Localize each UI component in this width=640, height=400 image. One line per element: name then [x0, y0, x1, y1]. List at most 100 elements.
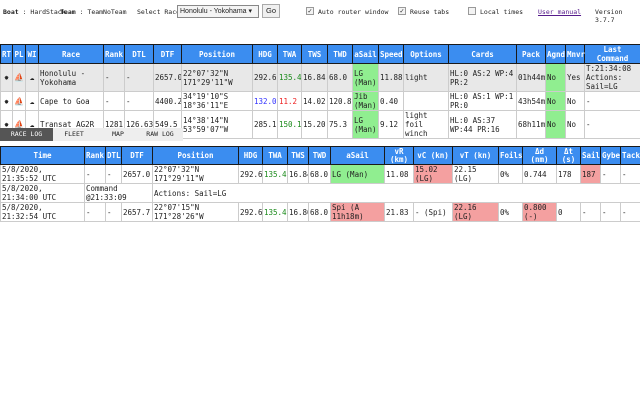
tack: - — [620, 202, 640, 222]
column-header[interactable]: Rank — [84, 146, 106, 165]
dtl: - — [105, 164, 122, 184]
column-header[interactable]: DTF — [153, 44, 182, 64]
column-header[interactable]: Mnvr — [565, 44, 585, 64]
mnvr: No — [565, 110, 585, 139]
dtl: - — [124, 63, 154, 92]
column-header[interactable]: TWD — [327, 44, 353, 64]
column-header[interactable]: Position — [152, 146, 239, 165]
router-icon[interactable]: ✸ — [0, 91, 13, 111]
column-header[interactable]: aSail — [352, 44, 379, 64]
speed: 9.12 — [378, 110, 404, 139]
pack: 43h54m — [516, 91, 546, 111]
vr: 21.83 — [384, 202, 414, 222]
tws: 16.86 — [287, 202, 309, 222]
column-header[interactable]: Tack — [620, 146, 640, 165]
race-row[interactable]: ✸ ⛵ ☁ Cape to Goa - -4400.2 34°19'10"S 18°36'11… — [0, 91, 640, 111]
foils: 0% — [498, 164, 523, 184]
user-manual-link[interactable]: User manual — [538, 8, 581, 16]
column-header[interactable]: Pack — [516, 44, 546, 64]
column-header[interactable]: HDG — [238, 146, 263, 165]
column-header[interactable]: Sail — [580, 146, 601, 165]
agnd: No — [545, 110, 566, 139]
column-header[interactable]: Time — [0, 146, 85, 165]
vc: - (Spi) — [413, 202, 453, 222]
column-header[interactable]: Cards — [448, 44, 517, 64]
position-line: 22°07'32"N — [183, 68, 229, 78]
vt: 22.16 (LG) — [452, 202, 499, 222]
column-header[interactable]: Gybe — [600, 146, 621, 165]
cards: HL:0 AS:1 WP:1 PR:0 — [448, 91, 517, 111]
command-label: Command @21:33:09 — [84, 183, 153, 203]
position-line: 14°38'14"N — [183, 115, 229, 125]
column-header[interactable]: Race — [38, 44, 104, 64]
race-select[interactable]: Honolulu - Yokohama ▾ — [177, 5, 259, 18]
column-header[interactable]: TWS — [287, 146, 309, 165]
dtl: - — [124, 91, 154, 111]
column-header[interactable]: Options — [403, 44, 449, 64]
twd: 120.8 — [327, 91, 353, 111]
team-name: TeamNoTeam — [87, 8, 127, 16]
cards: HL:0 AS:37 WP:44 PR:16 — [448, 110, 517, 139]
log-row: 5/8/2020, 21:35:52 UTC - -2657.0 22°07'32"N… — [0, 164, 640, 184]
tab-raw-log[interactable]: RAW LOG — [140, 128, 180, 141]
dtf: 4400.2 — [153, 91, 182, 111]
column-header[interactable]: Δt (s) — [556, 146, 581, 165]
column-header[interactable]: HDG — [252, 44, 278, 64]
last-command: - — [584, 91, 640, 111]
twa: 11.2 — [277, 91, 302, 111]
position: 22°07'32"N 171°29'11"W — [152, 164, 239, 184]
twa: 150.1 — [277, 110, 302, 139]
auto-router-checkbox[interactable]: ✓ — [306, 7, 314, 15]
asail: Spi (A 11h18m) — [330, 202, 385, 222]
column-header[interactable]: WI — [25, 44, 39, 64]
column-header[interactable]: DTL — [105, 146, 122, 165]
vc: 15.02 (LG) — [413, 164, 453, 184]
rank: - — [103, 91, 125, 111]
position-line: 18°36'11"E — [183, 101, 229, 110]
column-header[interactable]: vT (kn) — [452, 146, 499, 165]
delta-d: 0.800 (-) — [522, 202, 557, 222]
column-header[interactable]: RT — [0, 44, 13, 64]
log-row: 5/8/2020, 21:34:00 UTC Command @21:33:09 A… — [0, 183, 640, 203]
weather-icon[interactable]: ☁ — [25, 63, 39, 92]
column-header[interactable]: TWA — [262, 146, 288, 165]
twa: 135.4 — [277, 63, 302, 92]
options: light — [403, 63, 449, 92]
column-header[interactable]: Last Command — [584, 44, 640, 64]
tab-map[interactable]: MAP — [100, 128, 136, 141]
column-header[interactable]: aSail — [330, 146, 385, 165]
weather-icon[interactable]: ☁ — [25, 91, 39, 111]
tack: - — [620, 164, 640, 184]
column-header[interactable]: DTF — [121, 146, 153, 165]
race-row[interactable]: ✸ ⛵ ☁ Honolulu - Yokohama - -2657.0 22°07'32"N… — [0, 63, 640, 92]
column-header[interactable]: Foils — [498, 146, 523, 165]
column-header[interactable]: TWS — [301, 44, 328, 64]
auto-router-label: Auto router window — [318, 8, 389, 16]
mnvr: Yes — [565, 63, 585, 92]
last-command: T:21:34:08 Actions: Sail=LG — [584, 63, 640, 92]
tab-fleet[interactable]: FLEET — [53, 128, 95, 141]
column-header[interactable]: Rank — [103, 44, 125, 64]
column-header[interactable]: PL — [12, 44, 26, 64]
router-icon[interactable]: ✸ — [0, 63, 13, 92]
polar-icon[interactable]: ⛵ — [12, 91, 26, 111]
cards: HL:0 AS:2 WP:4 PR:2 — [448, 63, 517, 92]
column-header[interactable]: TWD — [308, 146, 331, 165]
column-header[interactable]: Position — [181, 44, 253, 64]
column-header[interactable]: vC (kn) — [413, 146, 453, 165]
column-header[interactable]: DTL — [124, 44, 154, 64]
go-button[interactable]: Go — [262, 4, 280, 18]
hdg: 285.1 — [252, 110, 278, 139]
polar-icon[interactable]: ⛵ — [12, 63, 26, 92]
column-header[interactable]: Agnd — [545, 44, 566, 64]
dtf: 2657.0 — [153, 63, 182, 92]
reuse-tabs-checkbox[interactable]: ✓ — [398, 7, 406, 15]
column-header[interactable]: TWA — [277, 44, 302, 64]
gybe: - — [600, 164, 621, 184]
local-times-checkbox[interactable] — [468, 7, 476, 15]
tab-race-log[interactable]: RACE LOG — [0, 128, 53, 141]
column-header[interactable]: Speed — [378, 44, 404, 64]
delta-d: 0.744 — [522, 164, 557, 184]
column-header[interactable]: vR (km) — [384, 146, 414, 165]
column-header[interactable]: Δd (nm) — [522, 146, 557, 165]
